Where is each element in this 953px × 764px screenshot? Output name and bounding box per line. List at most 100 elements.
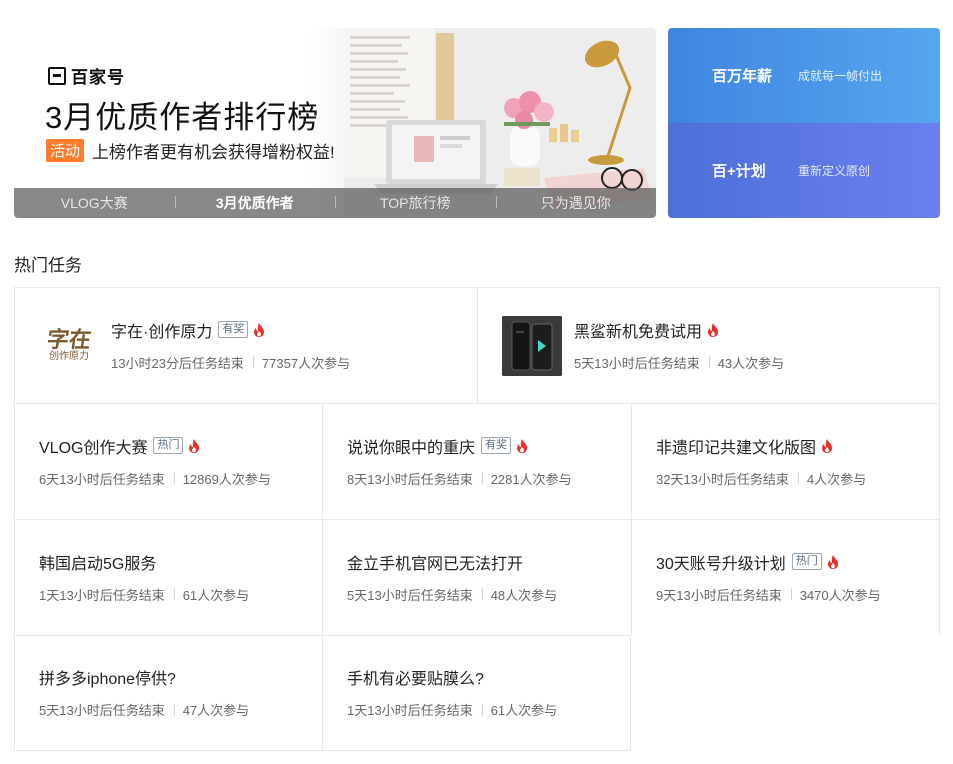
task-deadline: 9天13小时后任务结束: [656, 587, 782, 603]
banner-title: 3月优质作者排行榜: [45, 100, 320, 135]
task-deadline: 32天13小时后任务结束: [656, 471, 789, 487]
task-participants: 61人次参与: [182, 587, 250, 603]
task-deadline: 1天13小时后任务结束: [39, 587, 165, 603]
task-card[interactable]: 30天账号升级计划 热门 9天13小时后任务结束 3470人次参与: [631, 519, 940, 635]
task-meta: 32天13小时后任务结束 4人次参与: [656, 469, 866, 488]
task-title-row: 拼多多iphone停供?: [39, 667, 249, 688]
task-title: VLOG创作大赛: [39, 439, 148, 457]
meta-divider: [173, 472, 175, 484]
task-title-row: VLOG创作大赛 热门: [39, 436, 271, 457]
meta-divider: [252, 356, 254, 368]
task-grid: 字在 创作原力 字在·创作原力 有奖 13小时23分后任务结束 77357人次参与 黑…: [14, 287, 940, 751]
task-participants: 77357人次参与: [261, 355, 351, 371]
banner-tab-vlog[interactable]: VLOG大赛: [14, 193, 175, 213]
task-title: 韩国启动5G服务: [39, 555, 157, 573]
task-deadline: 5天13小时后任务结束: [347, 587, 473, 603]
phone-image-icon: [502, 315, 562, 376]
promo-desc: 重新定义原创: [798, 164, 871, 178]
task-title: 非遗印记共建文化版图: [656, 439, 817, 457]
task-title-row: 韩国启动5G服务: [39, 552, 249, 573]
task-meta: 8天13小时后任务结束 2281人次参与: [347, 469, 572, 488]
task-deadline: 13小时23分后任务结束: [111, 355, 244, 371]
activity-banner[interactable]: 百家号 3月优质作者排行榜 活动 上榜作者更有机会获得增粉权益! VLOG大赛 …: [14, 28, 656, 218]
banner-tab-meet-you[interactable]: 只为遇见你: [495, 193, 657, 213]
task-deadline: 1天13小时后任务结束: [347, 703, 473, 718]
task-title-row: 非遗印记共建文化版图: [656, 436, 866, 457]
flame-icon: [517, 438, 528, 453]
baijiahao-logo: 百家号: [48, 63, 125, 88]
task-participants: 2281人次参与: [490, 471, 572, 487]
task-title: 黑鲨新机免费试用: [574, 323, 703, 341]
task-title: 手机有必要贴膜么?: [347, 671, 484, 688]
task-badge: 热门: [791, 553, 822, 570]
banner-subtitle: 活动 上榜作者更有机会获得增粉权益!: [46, 138, 335, 163]
task-card[interactable]: 字在 创作原力 字在·创作原力 有奖 13小时23分后任务结束 77357人次参与: [14, 287, 477, 403]
task-deadline: 8天13小时后任务结束: [347, 471, 473, 487]
task-title: 说说你眼中的重庆: [347, 439, 476, 457]
task-card[interactable]: 手机有必要贴膜么? 1天13小时后任务结束 61人次参与: [322, 635, 631, 751]
task-deadline: 6天13小时后任务结束: [39, 471, 165, 487]
task-badge: 有奖: [218, 321, 249, 338]
meta-divider: [481, 588, 483, 600]
task-meta: 1天13小时后任务结束 61人次参与: [347, 700, 557, 719]
meta-divider: [481, 472, 483, 484]
meta-divider: [790, 588, 792, 600]
task-card[interactable]: 拼多多iphone停供? 5天13小时后任务结束 47人次参与: [14, 635, 322, 751]
banner-tab-march-authors[interactable]: 3月优质作者: [174, 193, 336, 213]
task-participants: 48人次参与: [490, 587, 558, 603]
phone-thumbnail: [502, 315, 562, 376]
banner-tabs: VLOG大赛 3月优质作者 TOP旅行榜 只为遇见你: [14, 188, 656, 218]
task-title-row: 黑鲨新机免费试用: [574, 320, 784, 341]
task-title-row: 30天账号升级计划 热门: [656, 552, 881, 573]
promo-million-salary[interactable]: 百万年薪 成就每一帧付出: [668, 28, 940, 123]
task-title-row: 金立手机官网已无法打开: [347, 552, 557, 573]
promo-title: 百万年薪: [712, 68, 773, 85]
calligraphy-thumbnail: 字在 创作原力: [39, 315, 99, 376]
task-meta: 5天13小时后任务结束 47人次参与: [39, 700, 249, 719]
section-title-hot-tasks: 热门任务: [14, 256, 82, 275]
task-participants: 4人次参与: [806, 471, 867, 487]
promo-desc: 成就每一帧付出: [798, 69, 883, 83]
task-meta: 13小时23分后任务结束 77357人次参与: [111, 353, 350, 372]
task-badge: 热门: [153, 437, 184, 454]
task-card[interactable]: VLOG创作大赛 热门 6天13小时后任务结束 12869人次参与: [14, 403, 322, 519]
task-participants: 43人次参与: [717, 355, 785, 371]
task-title-row: 手机有必要贴膜么?: [347, 667, 557, 688]
task-participants: 3470人次参与: [799, 587, 881, 603]
task-meta: 5天13小时后任务结束 43人次参与: [574, 353, 784, 372]
task-title-row: 说说你眼中的重庆 有奖: [347, 436, 572, 457]
task-title: 30天账号升级计划: [656, 555, 786, 573]
meta-divider: [797, 472, 799, 484]
task-card[interactable]: 金立手机官网已无法打开 5天13小时后任务结束 48人次参与: [322, 519, 631, 635]
thumb-text: 字在: [45, 326, 93, 353]
task-card[interactable]: 非遗印记共建文化版图 32天13小时后任务结束 4人次参与: [631, 403, 940, 519]
task-title: 拼多多iphone停供?: [39, 671, 176, 688]
banner-tab-top-travel[interactable]: TOP旅行榜: [335, 193, 496, 213]
task-meta: 9天13小时后任务结束 3470人次参与: [656, 585, 881, 604]
task-participants: 47人次参与: [182, 703, 250, 718]
task-card[interactable]: 说说你眼中的重庆 有奖 8天13小时后任务结束 2281人次参与: [322, 403, 631, 519]
task-meta: 5天13小时后任务结束 48人次参与: [347, 585, 557, 604]
logo-text: 百家号: [71, 68, 125, 87]
promo-plus-plan[interactable]: 百+计划 重新定义原创: [668, 123, 940, 218]
promo-title: 百+计划: [712, 163, 766, 180]
flame-icon: [254, 322, 265, 337]
baijiahao-logo-icon: [48, 66, 66, 85]
task-meta: 1天13小时后任务结束 61人次参与: [39, 585, 249, 604]
task-card[interactable]: 韩国启动5G服务 1天13小时后任务结束 61人次参与: [14, 519, 322, 635]
flame-icon: [827, 554, 838, 569]
task-title: 字在·创作原力: [111, 323, 213, 341]
banner-subtitle-text: 上榜作者更有机会获得增粉权益!: [92, 143, 335, 162]
task-deadline: 5天13小时后任务结束: [574, 355, 700, 371]
task-participants: 61人次参与: [490, 703, 558, 718]
task-meta: 6天13小时后任务结束 12869人次参与: [39, 469, 271, 488]
task-card[interactable]: 黑鲨新机免费试用 5天13小时后任务结束 43人次参与: [477, 287, 940, 403]
flame-icon: [708, 322, 719, 337]
meta-divider: [481, 703, 483, 716]
meta-divider: [173, 588, 175, 600]
flame-icon: [822, 438, 833, 453]
promo-panel: 百万年薪 成就每一帧付出 百+计划 重新定义原创: [668, 28, 940, 218]
meta-divider: [173, 703, 175, 716]
task-title-row: 字在·创作原力 有奖: [111, 320, 350, 341]
task-title: 金立手机官网已无法打开: [347, 555, 524, 573]
